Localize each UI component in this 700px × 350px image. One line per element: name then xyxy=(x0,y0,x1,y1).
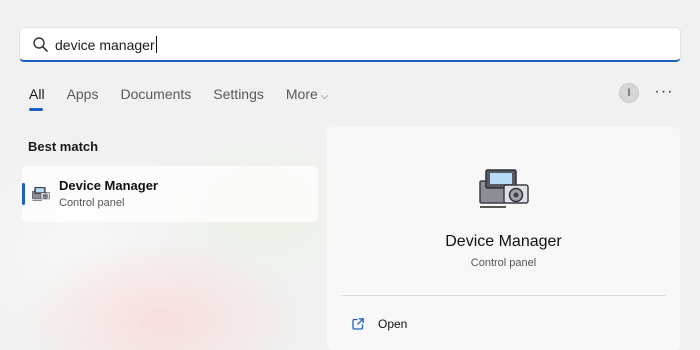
open-label: Open xyxy=(378,317,408,331)
more-options-icon: ··· xyxy=(654,83,674,100)
selection-indicator xyxy=(22,183,25,205)
divider xyxy=(341,295,666,296)
tab-apps-label: Apps xyxy=(66,86,99,102)
tab-all-label: All xyxy=(29,86,45,102)
more-options-button[interactable]: ··· xyxy=(654,82,674,102)
chevron-down-icon: ⌵ xyxy=(320,91,329,102)
tab-settings[interactable]: Settings xyxy=(213,86,264,110)
tab-documents-label: Documents xyxy=(120,86,192,102)
text-caret xyxy=(155,36,157,53)
tab-all[interactable]: All xyxy=(29,86,45,111)
search-box[interactable]: device manager xyxy=(19,27,681,62)
detail-pane: Device Manager Control panel Open xyxy=(327,127,680,350)
open-external-icon xyxy=(352,318,364,330)
account-initial: I xyxy=(627,87,631,99)
search-input-value: device manager xyxy=(55,37,155,53)
device-manager-icon xyxy=(32,186,50,201)
tab-more[interactable]: More ⌵ xyxy=(286,86,329,110)
tab-more-label: More xyxy=(285,86,318,102)
detail-subtitle: Control panel xyxy=(470,257,537,269)
open-action[interactable]: Open xyxy=(351,315,407,333)
device-manager-icon xyxy=(479,169,529,208)
result-title: Device Manager xyxy=(59,178,158,193)
tab-documents[interactable]: Documents xyxy=(120,86,191,110)
result-subtitle: Control panel xyxy=(59,197,125,209)
tab-apps[interactable]: Apps xyxy=(67,86,99,110)
detail-title: Device Manager xyxy=(445,233,562,250)
best-match-result[interactable]: Device Manager Control panel xyxy=(22,166,318,222)
search-input[interactable]: device manager xyxy=(55,36,157,53)
tab-settings-label: Settings xyxy=(213,86,264,102)
search-icon xyxy=(33,37,48,52)
best-match-heading: Best match xyxy=(28,139,99,154)
filter-tabs: All Apps Documents Settings More ⌵ xyxy=(29,86,350,111)
account-avatar[interactable]: I xyxy=(619,83,639,103)
